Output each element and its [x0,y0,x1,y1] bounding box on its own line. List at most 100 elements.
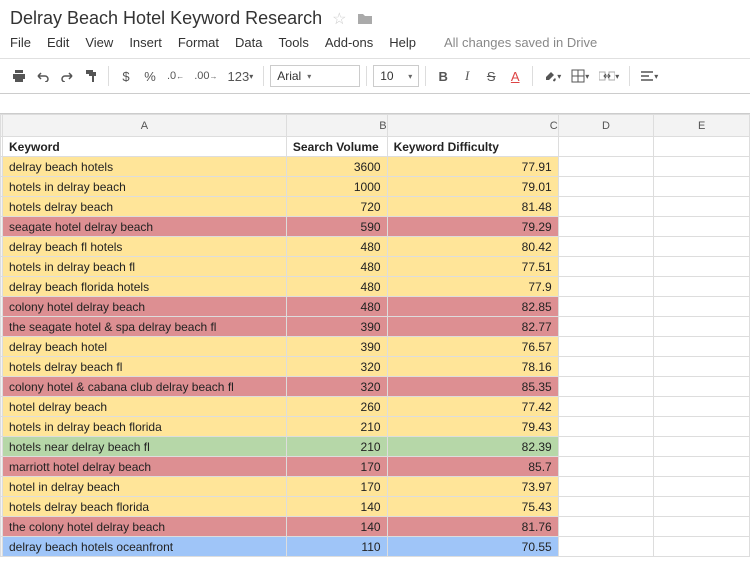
cell-keyword[interactable]: hotels delray beach fl [3,357,287,377]
bold-button[interactable]: B [432,64,454,88]
cell[interactable] [558,417,654,437]
cell[interactable] [558,537,654,557]
cell[interactable] [654,317,750,337]
cell-keyword[interactable]: colony hotel delray beach [3,297,287,317]
menu-addons[interactable]: Add-ons [325,35,373,50]
cell-keyword[interactable]: delray beach hotels [3,157,287,177]
cell-keyword[interactable]: hotels near delray beach fl [3,437,287,457]
cell-volume[interactable]: 590 [286,217,387,237]
menu-tools[interactable]: Tools [278,35,308,50]
cell-difficulty[interactable]: 80.42 [387,237,558,257]
cell[interactable] [654,477,750,497]
cell-volume[interactable]: 480 [286,277,387,297]
decrease-decimal-button[interactable]: .0← [163,64,188,88]
font-select[interactable]: Arial▾ [270,65,360,87]
cell-difficulty[interactable]: 78.16 [387,357,558,377]
cell[interactable] [558,437,654,457]
col-header-a[interactable]: A [3,115,287,137]
cell-difficulty[interactable]: 82.77 [387,317,558,337]
cell-difficulty[interactable]: 81.48 [387,197,558,217]
menu-view[interactable]: View [85,35,113,50]
col-header-b[interactable]: B [286,115,387,137]
col-header-d[interactable]: D [558,115,654,137]
cell[interactable] [558,497,654,517]
cell[interactable] [558,477,654,497]
cell[interactable] [558,157,654,177]
folder-icon[interactable] [357,12,373,26]
increase-decimal-button[interactable]: .00→ [190,64,221,88]
cell[interactable] [654,137,750,157]
cell-volume[interactable]: 320 [286,377,387,397]
cell[interactable] [654,537,750,557]
star-icon[interactable]: ☆ [332,9,346,29]
cell-volume[interactable]: 320 [286,357,387,377]
cell-difficulty[interactable]: 82.85 [387,297,558,317]
cell[interactable] [558,297,654,317]
cell[interactable] [558,217,654,237]
cell-volume[interactable]: 170 [286,477,387,497]
number-format-button[interactable]: 123 ▾ [223,64,257,88]
cell-difficulty[interactable]: 81.76 [387,517,558,537]
font-size-select[interactable]: 10▾ [373,65,419,87]
cell[interactable] [654,337,750,357]
cell[interactable] [654,457,750,477]
formula-bar[interactable] [0,94,750,114]
cell-volume[interactable]: 210 [286,417,387,437]
cell-keyword[interactable]: hotel delray beach [3,397,287,417]
cell-keyword[interactable]: hotels in delray beach fl [3,257,287,277]
cell[interactable] [654,257,750,277]
col-header-e[interactable]: E [654,115,750,137]
cell[interactable] [654,157,750,177]
cell[interactable] [654,297,750,317]
cell-difficulty[interactable]: 82.39 [387,437,558,457]
cell-volume[interactable]: 1000 [286,177,387,197]
cell-volume[interactable]: 260 [286,397,387,417]
cell-keyword[interactable]: the colony hotel delray beach [3,517,287,537]
cell[interactable] [654,277,750,297]
cell-keyword[interactable]: marriott hotel delray beach [3,457,287,477]
redo-icon[interactable] [56,64,78,88]
cell-difficulty[interactable]: 79.43 [387,417,558,437]
cell-keyword[interactable]: delray beach fl hotels [3,237,287,257]
cell[interactable] [654,197,750,217]
cell-keyword[interactable]: hotels in delray beach florida [3,417,287,437]
cell[interactable] [558,137,654,157]
cell-keyword[interactable]: seagate hotel delray beach [3,217,287,237]
cell-keyword[interactable]: hotel in delray beach [3,477,287,497]
cell[interactable] [558,197,654,217]
cell-keyword[interactable]: hotels delray beach [3,197,287,217]
cell-volume[interactable]: 480 [286,297,387,317]
currency-button[interactable]: $ [115,64,137,88]
percent-button[interactable]: % [139,64,161,88]
cell-volume[interactable]: 140 [286,517,387,537]
menu-file[interactable]: File [10,35,31,50]
cell[interactable] [654,357,750,377]
cell-keyword[interactable]: hotels in delray beach [3,177,287,197]
cell-keyword[interactable]: the seagate hotel & spa delray beach fl [3,317,287,337]
cell[interactable] [558,257,654,277]
cell[interactable] [654,377,750,397]
cell-difficulty[interactable]: 76.57 [387,337,558,357]
menu-data[interactable]: Data [235,35,262,50]
borders-button[interactable]: ▾ [567,64,593,88]
cell-volume[interactable]: 480 [286,257,387,277]
cell-volume[interactable]: 720 [286,197,387,217]
cell-volume[interactable]: 480 [286,237,387,257]
cell-keyword[interactable]: delray beach florida hotels [3,277,287,297]
strike-button[interactable]: S [480,64,502,88]
cell-volume[interactable]: 3600 [286,157,387,177]
cell-volume[interactable]: 140 [286,497,387,517]
cell-volume[interactable]: 170 [286,457,387,477]
cell-volume[interactable]: 390 [286,317,387,337]
cell-difficulty[interactable]: 70.55 [387,537,558,557]
cell[interactable] [654,417,750,437]
cell-keyword[interactable]: hotels delray beach florida [3,497,287,517]
cell[interactable] [558,277,654,297]
cell[interactable] [558,337,654,357]
menu-insert[interactable]: Insert [129,35,162,50]
merge-button[interactable]: ▾ [595,64,623,88]
cell[interactable] [558,317,654,337]
italic-button[interactable]: I [456,64,478,88]
menu-edit[interactable]: Edit [47,35,69,50]
cell-difficulty[interactable]: 77.9 [387,277,558,297]
